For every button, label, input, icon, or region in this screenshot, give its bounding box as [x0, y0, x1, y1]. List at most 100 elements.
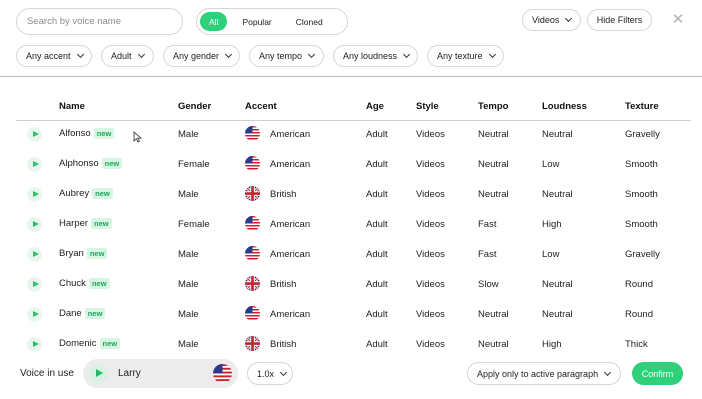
- filter-loudness-label: Any loudness: [343, 51, 398, 61]
- new-badge: new: [86, 248, 108, 259]
- texture-cell: Gravelly: [625, 249, 660, 260]
- play-icon[interactable]: [27, 337, 42, 352]
- gender-cell: Female: [178, 159, 210, 170]
- voice-name-cell: Alfonso new: [59, 128, 115, 139]
- play-icon[interactable]: [27, 217, 42, 232]
- gender-cell: Male: [178, 189, 199, 200]
- style-cell: Videos: [416, 249, 445, 260]
- table-row[interactable]: Alfonso new Male American Adult Videos Neutral…: [0, 120, 702, 150]
- age-cell: Adult: [366, 159, 388, 170]
- speed-dropdown[interactable]: 1.0x: [247, 362, 293, 385]
- table-row[interactable]: Dane new Male American Adult Videos Neutral Neu…: [0, 300, 702, 330]
- us-flag-icon: [213, 364, 232, 383]
- style-cell: Videos: [416, 279, 445, 290]
- current-voice-card: Larry: [83, 359, 238, 388]
- play-icon[interactable]: [27, 247, 42, 262]
- us-flag-icon: [245, 216, 260, 231]
- voice-name: Alphonso: [59, 158, 99, 169]
- column-header-accent[interactable]: Accent: [245, 101, 277, 112]
- loudness-cell: High: [542, 339, 562, 350]
- loudness-cell: Neutral: [542, 309, 573, 320]
- play-icon[interactable]: [89, 364, 108, 383]
- tempo-cell: Slow: [478, 279, 499, 290]
- voice-name: Harper: [59, 218, 89, 229]
- mouse-pointer-icon: [133, 131, 143, 146]
- us-flag-icon: [245, 246, 260, 261]
- uk-flag-icon: [245, 336, 260, 351]
- apply-scope-dropdown[interactable]: Apply only to active paragraph: [467, 362, 621, 385]
- play-icon[interactable]: [27, 157, 42, 172]
- voice-in-use-label: Voice in use: [20, 368, 74, 379]
- segment-popular[interactable]: Popular: [233, 12, 280, 31]
- filter-accent[interactable]: Any accent: [16, 45, 92, 67]
- filter-age[interactable]: Adult: [101, 45, 154, 67]
- voice-name-cell: Chuck new: [59, 278, 110, 289]
- us-flag-icon: [245, 306, 260, 321]
- new-badge: new: [93, 128, 115, 139]
- tempo-cell: Fast: [478, 249, 497, 260]
- column-header-loudness[interactable]: Loudness: [542, 101, 587, 112]
- column-header-tempo[interactable]: Tempo: [478, 101, 508, 112]
- current-voice-name: Larry: [118, 368, 141, 379]
- filter-tempo-label: Any tempo: [259, 51, 303, 61]
- close-icon[interactable]: ✕: [671, 12, 685, 27]
- search-input[interactable]: Search by voice name: [16, 8, 183, 35]
- style-cell: Videos: [416, 339, 445, 350]
- voice-category-toggle: All Popular Cloned: [196, 8, 348, 35]
- play-icon[interactable]: [27, 307, 42, 322]
- chevron-down-icon: [76, 50, 84, 59]
- accent-cell: British: [270, 339, 297, 350]
- column-header-gender[interactable]: Gender: [178, 101, 211, 112]
- chevron-down-icon: [488, 50, 496, 59]
- loudness-cell: Low: [542, 249, 560, 260]
- voice-name: Bryan: [59, 248, 84, 259]
- texture-cell: Round: [625, 309, 653, 320]
- gender-cell: Male: [178, 309, 199, 320]
- column-header-name[interactable]: Name: [59, 101, 85, 112]
- loudness-cell: Neutral: [542, 279, 573, 290]
- play-icon[interactable]: [27, 127, 42, 142]
- apply-scope-label: Apply only to active paragraph: [477, 368, 599, 379]
- play-icon[interactable]: [27, 187, 42, 202]
- column-header-style[interactable]: Style: [416, 101, 439, 112]
- voice-name-cell: Dane new: [59, 308, 106, 319]
- new-badge: new: [101, 158, 123, 169]
- table-row[interactable]: Aubrey new Male British Adult Videos Neutral Ne…: [0, 180, 702, 210]
- new-badge: new: [84, 308, 106, 319]
- us-flag-icon: [245, 126, 260, 141]
- filter-loudness[interactable]: Any loudness: [333, 45, 418, 67]
- voice-name: Alfonso: [59, 128, 91, 139]
- filter-tempo[interactable]: Any tempo: [249, 45, 324, 67]
- table-row[interactable]: Alphonso new Female American Adult Videos Neut…: [0, 150, 702, 180]
- accent-cell: American: [270, 249, 311, 260]
- gender-cell: Male: [178, 279, 199, 290]
- videos-dropdown[interactable]: Videos: [522, 9, 581, 31]
- style-cell: Videos: [416, 189, 445, 200]
- style-cell: Videos: [416, 219, 445, 230]
- chevron-down-icon: [604, 368, 612, 376]
- table-row[interactable]: Harper new Female American Adult Videos Fast Hi…: [0, 210, 702, 240]
- texture-cell: Smooth: [625, 219, 658, 230]
- filter-gender[interactable]: Any gender: [163, 45, 240, 67]
- segment-cloned[interactable]: Cloned: [287, 12, 332, 31]
- filter-texture[interactable]: Any texture: [427, 45, 504, 67]
- voice-name: Dane: [59, 308, 82, 319]
- column-header-age[interactable]: Age: [366, 101, 384, 112]
- gender-cell: Male: [178, 339, 199, 350]
- new-badge: new: [91, 218, 112, 229]
- loudness-cell: Low: [542, 159, 560, 170]
- hide-filters-button[interactable]: Hide Filters: [587, 9, 652, 31]
- segment-all[interactable]: All: [200, 12, 228, 31]
- table-row[interactable]: Chuck new Male British Adult Videos Slow Neutra…: [0, 270, 702, 300]
- new-badge: new: [99, 338, 121, 349]
- gender-cell: Male: [178, 129, 199, 140]
- texture-cell: Smooth: [625, 159, 658, 170]
- confirm-button[interactable]: Confirm: [632, 362, 683, 385]
- column-header-texture[interactable]: Texture: [625, 101, 659, 112]
- table-row[interactable]: Bryan new Male American Adult Videos Fast Low Gr…: [0, 240, 702, 270]
- voice-name: Aubrey: [59, 188, 90, 199]
- play-icon[interactable]: [27, 277, 42, 292]
- search-placeholder: Search by voice name: [27, 16, 121, 27]
- tempo-cell: Neutral: [478, 309, 509, 320]
- gender-cell: Female: [178, 219, 210, 230]
